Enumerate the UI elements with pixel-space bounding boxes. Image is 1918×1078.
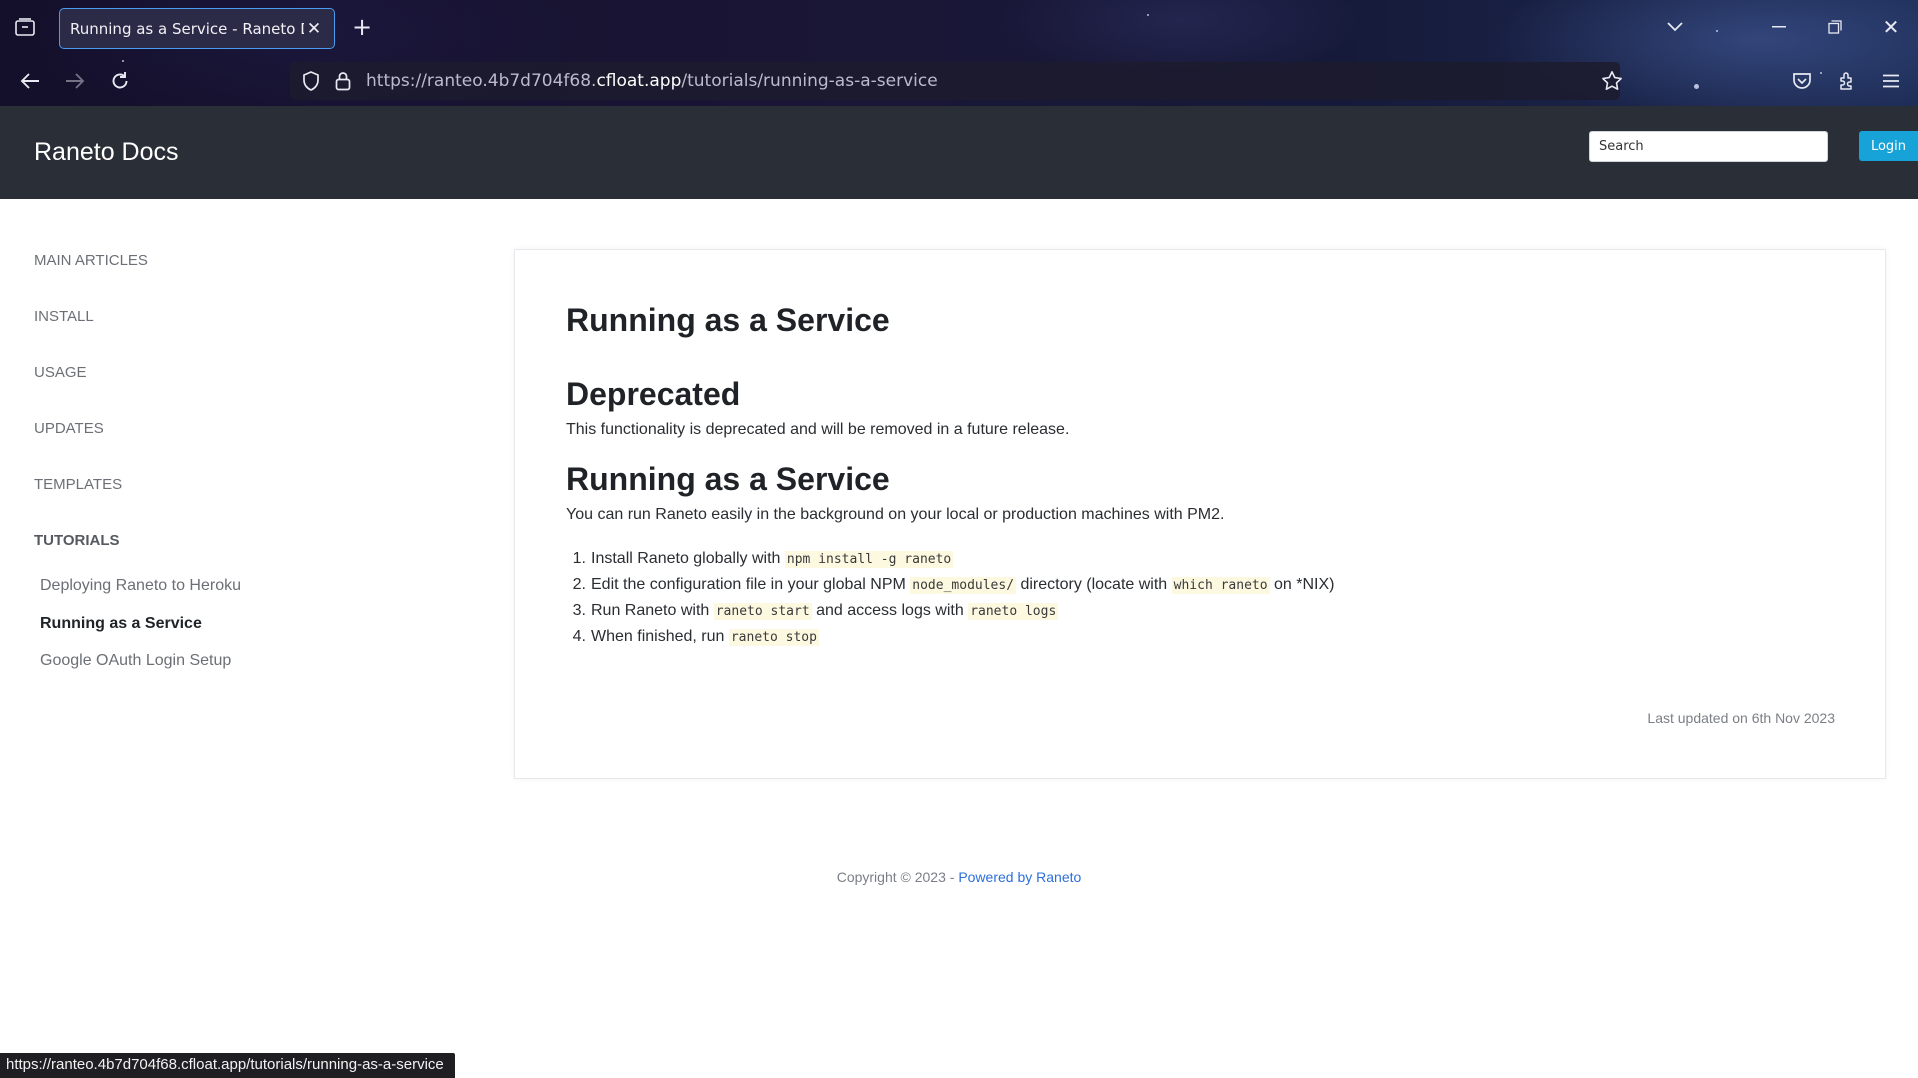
sidebar-category-install[interactable]: INSTALL xyxy=(34,308,94,325)
list-number: 1. xyxy=(572,550,586,567)
address-bar[interactable]: https://ranteo.4b7d704f68.cfloat.app/tut… xyxy=(290,62,1622,100)
deprecated-text: This functionality is deprecated and wil… xyxy=(566,421,1070,438)
url-path: /tutorials/running-as-a-service xyxy=(681,71,938,91)
last-updated-text: Last updated on 6th Nov 2023 xyxy=(1647,710,1835,726)
nav-bar: https://ranteo.4b7d704f68.cfloat.app/tut… xyxy=(0,58,1918,106)
tab-title: Running as a Service - Raneto Docs xyxy=(70,19,304,38)
site-header: Raneto Docs Login xyxy=(0,106,1918,199)
article-panel: Running as a Service Deprecated This fun… xyxy=(514,249,1886,779)
list-number: 4. xyxy=(572,628,586,645)
list-number: 3. xyxy=(572,602,586,619)
site-title[interactable]: Raneto Docs xyxy=(34,138,179,167)
sidebar-category-updates[interactable]: UPDATES xyxy=(34,420,104,437)
new-tab-icon[interactable]: + xyxy=(350,13,374,41)
status-bar-url: https://ranteo.4b7d704f68.cfloat.app/tut… xyxy=(0,1053,455,1078)
menu-icon[interactable] xyxy=(1878,68,1904,94)
running-text: You can run Raneto easily in the backgro… xyxy=(566,506,1225,523)
chevron-down-icon[interactable] xyxy=(1662,14,1688,40)
step-text: When finished, run xyxy=(591,628,729,645)
sidebar-item-running-as-a-service[interactable]: Running as a Service xyxy=(40,615,202,633)
extensions-icon[interactable] xyxy=(1834,68,1860,94)
reload-icon[interactable] xyxy=(106,68,134,94)
page-footer: Copyright © 2023 - Powered by Raneto xyxy=(0,869,1918,885)
powered-by-link[interactable]: Powered by Raneto xyxy=(958,869,1081,885)
code-snippet: which raneto xyxy=(1171,577,1270,594)
deprecated-heading: Deprecated xyxy=(566,376,741,412)
sidebar-item-deploying-raneto-to-heroku[interactable]: Deploying Raneto to Heroku xyxy=(40,577,241,595)
tab-bar: Running as a Service - Raneto Docs ✕ + ✕ xyxy=(0,0,1918,54)
step-text: on *NIX) xyxy=(1269,576,1335,593)
shield-icon[interactable] xyxy=(300,70,322,92)
back-icon[interactable] xyxy=(16,68,44,94)
url-text[interactable]: https://ranteo.4b7d704f68.cfloat.app/tut… xyxy=(366,71,938,91)
running-heading: Running as a Service xyxy=(566,461,890,497)
step-text: Install Raneto globally with xyxy=(591,550,785,567)
tab-list-icon[interactable] xyxy=(12,14,38,40)
code-snippet: raneto start xyxy=(713,603,812,620)
sidebar-category-usage[interactable]: USAGE xyxy=(34,364,87,381)
active-tab[interactable]: Running as a Service - Raneto Docs ✕ xyxy=(59,8,335,49)
list-item: 4. When finished, run raneto stop xyxy=(566,624,1334,650)
code-snippet: npm install -g raneto xyxy=(784,551,954,568)
sidebar-category-main-articles[interactable]: MAIN ARTICLES xyxy=(34,252,148,269)
page-title: Running as a Service xyxy=(566,302,890,338)
pocket-icon[interactable] xyxy=(1789,68,1815,94)
step-text: directory (locate with xyxy=(1016,576,1172,593)
login-button[interactable]: Login xyxy=(1859,131,1918,161)
bookmark-star-icon[interactable] xyxy=(1600,69,1624,93)
step-text: Edit the configuration file in your glob… xyxy=(591,576,911,593)
step-text: Run Raneto with xyxy=(591,602,714,619)
code-snippet: raneto logs xyxy=(968,603,1059,620)
forward-icon[interactable] xyxy=(61,68,89,94)
code-snippet: node_modules/ xyxy=(910,577,1017,594)
restore-icon[interactable] xyxy=(1822,14,1848,40)
browser-chrome: Running as a Service - Raneto Docs ✕ + ✕ xyxy=(0,0,1918,106)
step-text: and access logs with xyxy=(811,602,969,619)
sidebar-item-google-oauth-login-setup[interactable]: Google OAuth Login Setup xyxy=(40,652,231,670)
list-item: 2. Edit the configuration file in your gl… xyxy=(566,572,1334,598)
sidebar-category-templates[interactable]: TEMPLATES xyxy=(34,476,122,493)
list-item: 1. Install Raneto globally with npm insta… xyxy=(566,546,1334,572)
close-tab-icon[interactable]: ✕ xyxy=(304,19,324,39)
copyright-text: Copyright © 2023 - xyxy=(836,869,959,885)
close-window-icon[interactable]: ✕ xyxy=(1878,14,1904,40)
steps-list: 1. Install Raneto globally with npm insta… xyxy=(566,546,1334,650)
lock-icon[interactable] xyxy=(332,70,354,92)
code-snippet: raneto stop xyxy=(728,629,819,646)
search-input[interactable] xyxy=(1589,131,1828,162)
sidebar-category-tutorials[interactable]: TUTORIALS xyxy=(34,532,120,549)
url-prefix: https://ranteo.4b7d704f68. xyxy=(366,71,597,91)
minimize-icon[interactable] xyxy=(1766,14,1792,40)
url-host: cfloat.app xyxy=(596,71,682,91)
list-item: 3. Run Raneto with raneto start and acces… xyxy=(566,598,1334,624)
list-number: 2. xyxy=(572,576,586,593)
